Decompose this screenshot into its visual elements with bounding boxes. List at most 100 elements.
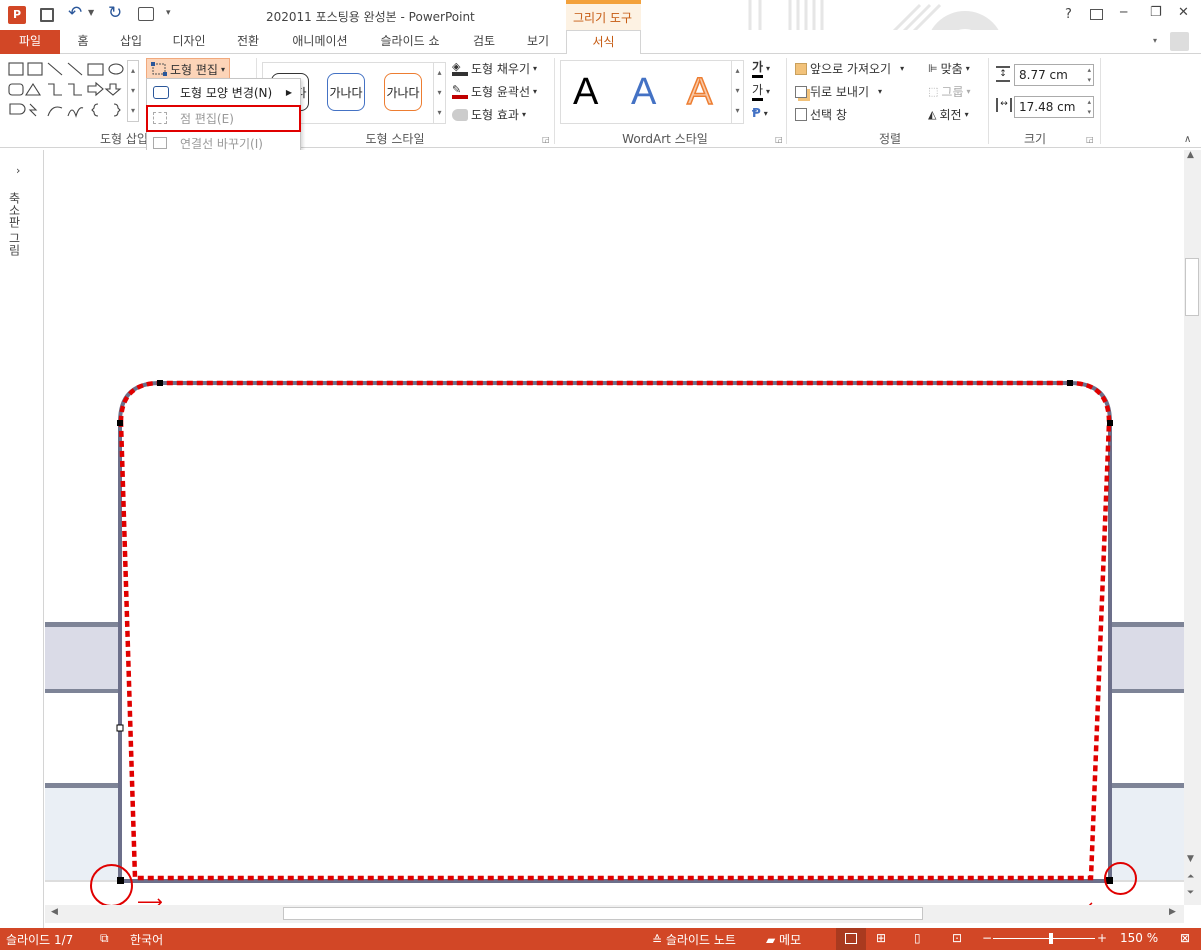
zoom-slider-track[interactable] <box>993 938 1095 939</box>
language-indicator[interactable]: 한국어 <box>130 931 163 948</box>
start-from-beginning-icon[interactable] <box>138 7 154 21</box>
ribbon-display-options-icon[interactable] <box>1090 9 1103 20</box>
selection-pane-button[interactable]: 선택 창 <box>795 106 847 123</box>
width-spinner[interactable]: ▴ ▾ <box>1087 97 1091 117</box>
width-field[interactable]: 17.48 cm ▴ ▾ <box>1014 96 1094 118</box>
save-icon[interactable] <box>40 8 54 22</box>
account-dropdown-icon[interactable]: ▾ <box>1153 36 1157 45</box>
zoom-in-button[interactable]: + <box>1097 931 1107 945</box>
text-effects-icon: Ᵽ <box>752 106 761 120</box>
reading-view-icon[interactable]: ▯ <box>914 931 921 945</box>
align-button[interactable]: ⊫ 맞춤 ▾ <box>928 60 970 77</box>
redo-icon[interactable]: ↻ <box>108 3 122 23</box>
undo-icon[interactable]: ↶ <box>68 3 82 23</box>
title-bar: P ↶ ▼ ↻ ▾ 202011 포스팅용 완성본 - PowerPoint 그… <box>0 0 1201 52</box>
size-launcher-icon[interactable]: ◲ <box>1086 135 1094 144</box>
style-sample-orange[interactable]: 가나다 <box>384 73 422 111</box>
rotate-button[interactable]: ◭ 회전 ▾ <box>928 106 969 123</box>
text-effects-button[interactable]: Ᵽ ▾ <box>752 106 768 120</box>
scroll-right-icon[interactable]: ▶ <box>1169 907 1176 917</box>
tab-home[interactable]: 홈 <box>64 30 102 54</box>
minimize-button[interactable]: ─ <box>1120 5 1127 19</box>
group-button[interactable]: ⬚ 그룹 ▾ <box>928 83 971 100</box>
tab-review[interactable]: 검토 <box>462 30 506 54</box>
tab-format[interactable]: 서식 <box>566 30 641 55</box>
shapes-gallery[interactable] <box>6 60 126 122</box>
change-shape-label: 도형 모양 변경(N) <box>180 86 273 100</box>
menu-change-shape[interactable]: 도형 모양 변경(N) ▶ <box>147 82 300 104</box>
tab-design[interactable]: 디자인 <box>162 30 216 54</box>
shape-effects-button[interactable]: 도형 효과 ▾ <box>452 106 526 123</box>
previous-slide-icon[interactable]: ⏶ <box>1187 872 1194 882</box>
reroute-label: 연결선 바꾸기(I) <box>180 137 263 151</box>
undo-dropdown-icon[interactable]: ▼ <box>88 8 94 17</box>
drawing-tools-context-label: 그리기 도구 <box>566 0 641 30</box>
customize-qat-icon[interactable]: ▾ <box>166 8 171 18</box>
zoom-level[interactable]: 150 % <box>1120 931 1158 945</box>
scroll-up-icon[interactable]: ▲ <box>1187 150 1194 160</box>
send-backward-button[interactable]: 뒤로 보내기 ▾ <box>795 83 882 100</box>
selection-pane-icon <box>795 108 807 121</box>
horizontal-scrollbar[interactable]: ◀ ▶ <box>45 905 1184 923</box>
zoom-out-button[interactable]: − <box>982 931 992 945</box>
notes-button[interactable]: ≙ 슬라이드 노트 <box>652 931 736 948</box>
powerpoint-logo-icon[interactable]: P <box>8 6 26 24</box>
edit-point-4 <box>1107 420 1113 426</box>
wordart-orange[interactable]: A <box>686 70 713 114</box>
help-button[interactable]: ? <box>1065 7 1072 22</box>
slide-counter[interactable]: 슬라이드 1/7 <box>6 931 73 948</box>
scroll-down-icon[interactable]: ▼ <box>1187 854 1194 864</box>
shapes-scroll[interactable]: ▴ ▾ ▾ <box>127 60 139 122</box>
drawing-tools-label: 그리기 도구 <box>573 11 633 25</box>
text-outline-button[interactable]: 가 ▾ <box>752 81 770 101</box>
thumbnail-pane[interactable]: › 축소판 그림 <box>0 150 44 928</box>
thumbnail-pane-label: 축소판 그림 <box>7 192 21 256</box>
tab-insert[interactable]: 삽입 <box>108 30 154 54</box>
wordart-scroll[interactable]: ▴ ▾ ▾ <box>731 61 743 123</box>
edit-point-3 <box>117 420 123 426</box>
vertical-scroll-thumb[interactable] <box>1185 258 1199 316</box>
shape-styles-launcher-icon[interactable]: ◲ <box>542 135 550 144</box>
edit-points-highlight <box>146 105 301 132</box>
expand-pane-icon[interactable]: › <box>16 164 20 177</box>
slideshow-view-icon[interactable]: ⊡ <box>952 931 962 945</box>
next-slide-icon[interactable]: ⏷ <box>1187 888 1194 898</box>
rotate-label: 회전 <box>939 108 962 122</box>
tab-animations[interactable]: 애니메이션 <box>280 30 360 54</box>
restore-button[interactable]: ❐ <box>1150 5 1162 20</box>
shape-outline-button[interactable]: ✎ 도형 윤곽선 ▾ <box>452 83 537 100</box>
edit-point-2 <box>1067 380 1073 386</box>
tab-slideshow[interactable]: 슬라이드 쇼 <box>370 30 450 54</box>
slide-canvas[interactable] <box>45 150 1184 905</box>
normal-view-icon[interactable] <box>836 928 866 950</box>
close-button[interactable]: ✕ <box>1178 5 1189 20</box>
horizontal-scroll-thumb[interactable] <box>283 907 923 920</box>
slide-editing-area[interactable] <box>45 150 1184 905</box>
fit-to-window-icon[interactable]: ⊠ <box>1180 931 1190 945</box>
shape-fill-button[interactable]: ◈ 도형 채우기 ▾ <box>452 60 537 77</box>
comments-button[interactable]: ▰ 메모 <box>766 931 801 948</box>
tab-file[interactable]: 파일 <box>0 30 60 54</box>
wordart-black[interactable]: A <box>573 71 598 114</box>
tab-view[interactable]: 보기 <box>516 30 560 54</box>
tab-transitions[interactable]: 전환 <box>226 30 270 54</box>
edit-shape-button[interactable]: 도형 편집 ▾ <box>146 58 230 80</box>
change-shape-icon <box>153 86 169 99</box>
zoom-slider-thumb[interactable] <box>1049 933 1053 944</box>
height-spinner[interactable]: ▴ ▾ <box>1087 65 1091 85</box>
style-sample-blue[interactable]: 가나다 <box>327 73 365 111</box>
wordart-launcher-icon[interactable]: ◲ <box>775 135 783 144</box>
styles-scroll[interactable]: ▴ ▾ ▾ <box>433 63 445 123</box>
wordart-blue[interactable]: A <box>631 71 656 114</box>
height-field[interactable]: 8.77 cm ▴ ▾ <box>1014 64 1094 86</box>
account-avatar[interactable] <box>1170 32 1189 51</box>
bring-forward-button[interactable]: 앞으로 가져오기 ▾ <box>795 60 904 77</box>
slide-sorter-icon[interactable]: ⊞ <box>876 931 886 945</box>
vertical-scrollbar[interactable]: ▲ ▼ ⏶ ⏷ <box>1184 150 1201 905</box>
text-fill-button[interactable]: 가 ▾ <box>752 58 770 78</box>
collapse-ribbon-icon[interactable]: ∧ <box>1184 134 1191 145</box>
group-icon: ⬚ <box>928 85 939 98</box>
spell-check-icon[interactable]: ⧉ <box>100 931 109 946</box>
wordart-gallery[interactable]: A A A ▴ ▾ ▾ <box>560 60 744 124</box>
scroll-left-icon[interactable]: ◀ <box>51 907 58 917</box>
